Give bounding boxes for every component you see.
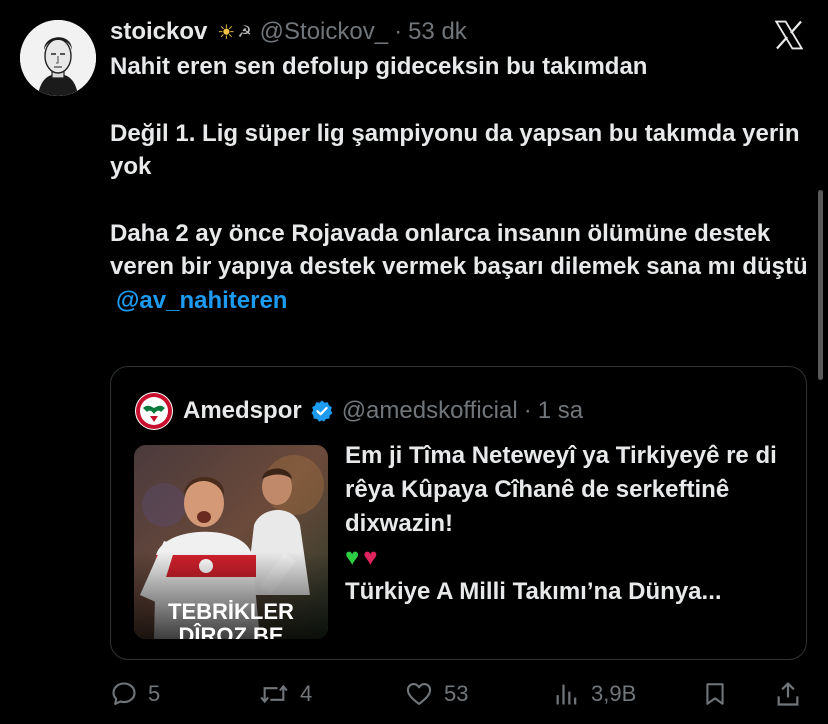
like-button[interactable]: 53	[404, 674, 468, 714]
quote-time[interactable]: 1 sa	[538, 397, 583, 425]
hammer-and-sickle-icon: ☭	[237, 24, 252, 41]
quote-author-handle[interactable]: @amedskofficial	[342, 397, 518, 425]
tweet-text: Nahit eren sen defolup gideceksin bu tak…	[110, 50, 810, 317]
author-emojis: ☀ ☭	[217, 20, 251, 45]
like-count: 53	[444, 681, 469, 706]
quote-media-image[interactable]: TEBRİKLER DÎROZ BE	[134, 445, 328, 639]
tweet-paragraph: Nahit eren sen defolup gideceksin bu tak…	[110, 53, 648, 80]
views-count: 3,9B	[591, 681, 637, 706]
reply-button[interactable]: 5	[110, 674, 160, 714]
quoted-tweet-card[interactable]: Amedspor @amedskofficial · 1 sa TEBRİKLE…	[110, 366, 807, 660]
quote-author-name[interactable]: Amedspor	[183, 397, 302, 425]
author-avatar[interactable]	[20, 20, 96, 96]
share-button[interactable]	[774, 674, 812, 714]
tweet-paragraph: Daha 2 ay önce Rojavada onlarca insanın …	[110, 219, 808, 281]
share-icon	[777, 682, 799, 706]
separator-dot: ·	[523, 397, 532, 424]
reply-icon	[112, 682, 136, 705]
views-button[interactable]: 3,9B	[553, 674, 636, 714]
red-heart-icon: ♥	[363, 544, 382, 571]
tweet-header: stoickov ☀ ☭ @Stoickov_ · 53 dk	[110, 14, 467, 50]
bookmark-button[interactable]	[702, 674, 738, 714]
x-logo-icon[interactable]	[772, 18, 806, 52]
tweet-paragraph: Değil 1. Lig süper lig şampiyonu da yaps…	[110, 119, 800, 181]
author-handle[interactable]: @Stoickov_	[260, 18, 388, 46]
verified-badge-icon	[311, 400, 333, 422]
scrollbar[interactable]	[818, 190, 823, 380]
quote-text: Em ji Tîma Neteweyî ya Tirkiyeyê re di r…	[345, 439, 785, 609]
author-name[interactable]: stoickov	[110, 18, 207, 46]
quote-hearts: ♥♥	[345, 541, 785, 575]
image-overlay-text: TEBRİKLER	[168, 599, 294, 624]
quote-line: Em ji Tîma Neteweyî ya Tirkiyeyê re di r…	[345, 442, 777, 537]
green-heart-icon: ♥	[345, 544, 364, 571]
amedspor-logo[interactable]	[135, 392, 173, 430]
heart-icon	[406, 683, 432, 705]
repost-button[interactable]: 4	[258, 674, 312, 714]
reply-count: 5	[148, 681, 161, 706]
tweet-time[interactable]: 53 dk	[408, 18, 467, 46]
quote-line: Türkiye A Milli Takımı’na Dünya...	[345, 578, 722, 605]
image-overlay-text: DÎROZ BE	[178, 623, 283, 639]
repost-icon	[260, 684, 288, 704]
bookmark-icon	[706, 683, 724, 705]
quote-header: Amedspor @amedskofficial · 1 sa	[135, 391, 583, 431]
views-chart-icon	[556, 684, 577, 705]
repost-count: 4	[300, 681, 313, 706]
tweet-action-bar: 5 4 53 3,9B	[110, 674, 810, 714]
sun-icon: ☀	[217, 21, 236, 44]
separator-dot: ·	[394, 18, 403, 45]
mention-link[interactable]: @av_nahiteren	[116, 287, 287, 314]
